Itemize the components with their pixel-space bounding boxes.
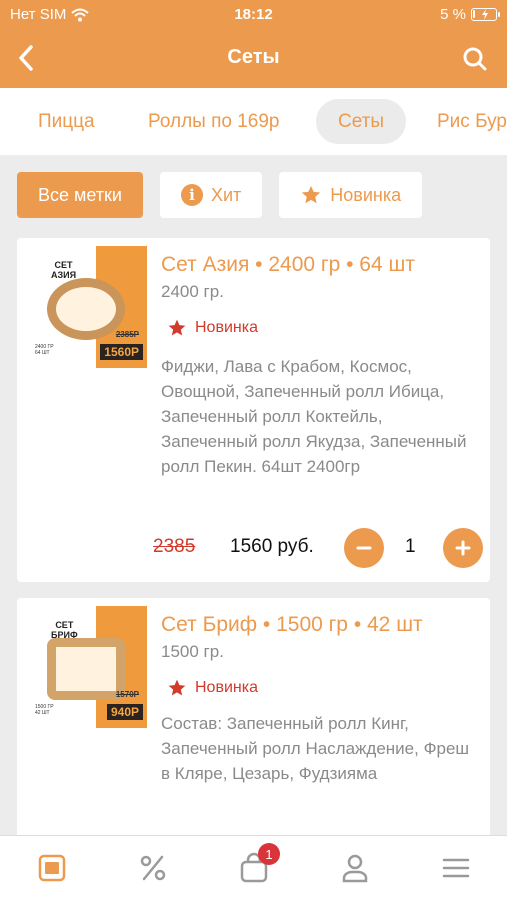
tag-filters: Все метки i Хит Новинка [17,172,423,218]
tag-hit[interactable]: i Хит [159,172,263,218]
status-bar: Нет SIM 18:12 5 % [0,0,507,30]
tab-menu[interactable] [32,848,72,888]
tag-new[interactable]: Новинка [279,172,423,218]
new-badge: Новинка [167,678,258,698]
image-price: 940Р [106,704,143,720]
tab-sets[interactable]: Сеты [316,99,407,144]
quantity: 1 [405,536,416,557]
increase-button[interactable] [443,528,483,568]
search-button[interactable] [457,40,493,78]
image-old-price: 1570Р [115,690,139,699]
tab-pizza[interactable]: Пицца [16,99,117,144]
bottom-tab-bar: 1 [0,835,507,900]
product-title[interactable]: Сет Бриф • 1500 гр • 42 шт [161,613,423,637]
image-old-price: 2385Р [115,330,139,339]
minus-icon [356,546,372,550]
tag-all[interactable]: Все метки [17,172,143,218]
tag-all-label: Все метки [38,184,122,205]
tab-more[interactable] [436,848,476,888]
menu-book-icon [38,854,66,882]
page-title: Сеты [227,46,280,68]
nav-header: Сеты [0,30,507,88]
clock: 18:12 [234,6,273,23]
product-card[interactable]: СЕТ БРИФ 1570Р 940Р 1500 ГР 42 ШТ Сет Бриф… [17,598,490,838]
product-description: Фиджи, Лава с Крабом, Космос, Овощной, З… [161,357,467,476]
image-set-name: СЕТ АЗИЯ [51,260,77,280]
price: 1560 руб. [230,536,314,557]
decrease-button[interactable] [344,528,384,568]
search-icon [463,47,487,71]
top-bar: Нет SIM 18:12 5 % Сеты [0,0,507,88]
star-icon [168,319,186,336]
battery-icon [471,8,500,21]
price-row: 2385 1560 руб. 1 [153,528,483,568]
tab-promotions[interactable] [133,848,173,888]
product-weight: 1500 гр. [161,642,224,661]
tab-cart[interactable]: 1 [234,843,280,888]
tag-new-label: Новинка [330,184,402,205]
category-tabs: Пицца Роллы по 169р Сеты Рис Бур [0,88,507,155]
product-image[interactable]: СЕТ АЗИЯ 2385Р 1560Р 2400 ГР 64 ШТ [25,246,147,368]
image-info: 1500 ГР 42 ШТ [35,704,54,716]
tag-hit-label: Хит [210,184,242,205]
image-set-name: СЕТ БРИФ [51,620,78,640]
product-weight: 2400 гр. [161,282,224,301]
star-icon [302,185,321,204]
user-icon [342,854,368,883]
badge-label: Новинка [195,679,258,696]
battery-label: 5 % [440,6,466,23]
product-description: Состав: Запеченный ролл Кинг, Запеченный… [161,714,470,783]
image-price: 1560Р [100,344,143,360]
tab-profile[interactable] [335,848,375,888]
battery: 5 % [440,6,500,23]
badge-label: Новинка [195,319,258,336]
new-badge: Новинка [167,318,258,338]
product-image[interactable]: СЕТ БРИФ 1570Р 940Р 1500 ГР 42 ШТ [25,606,147,728]
plus-icon [455,540,471,556]
star-icon [168,679,186,696]
tab-rice[interactable]: Рис Бур [415,99,507,144]
tab-rolls-169[interactable]: Роллы по 169р [126,99,302,144]
product-title[interactable]: Сет Азия • 2400 гр • 64 шт [161,253,415,277]
image-info: 2400 ГР 64 ШТ [35,344,54,356]
hamburger-menu-icon [442,858,470,878]
percent-icon [140,855,166,881]
old-price: 2385 [153,536,196,557]
cart-count-badge: 1 [258,843,280,865]
product-card[interactable]: СЕТ АЗИЯ 2385Р 1560Р 2400 ГР 64 ШТ Сет Ази… [17,238,490,582]
info-icon: i [180,184,203,206]
